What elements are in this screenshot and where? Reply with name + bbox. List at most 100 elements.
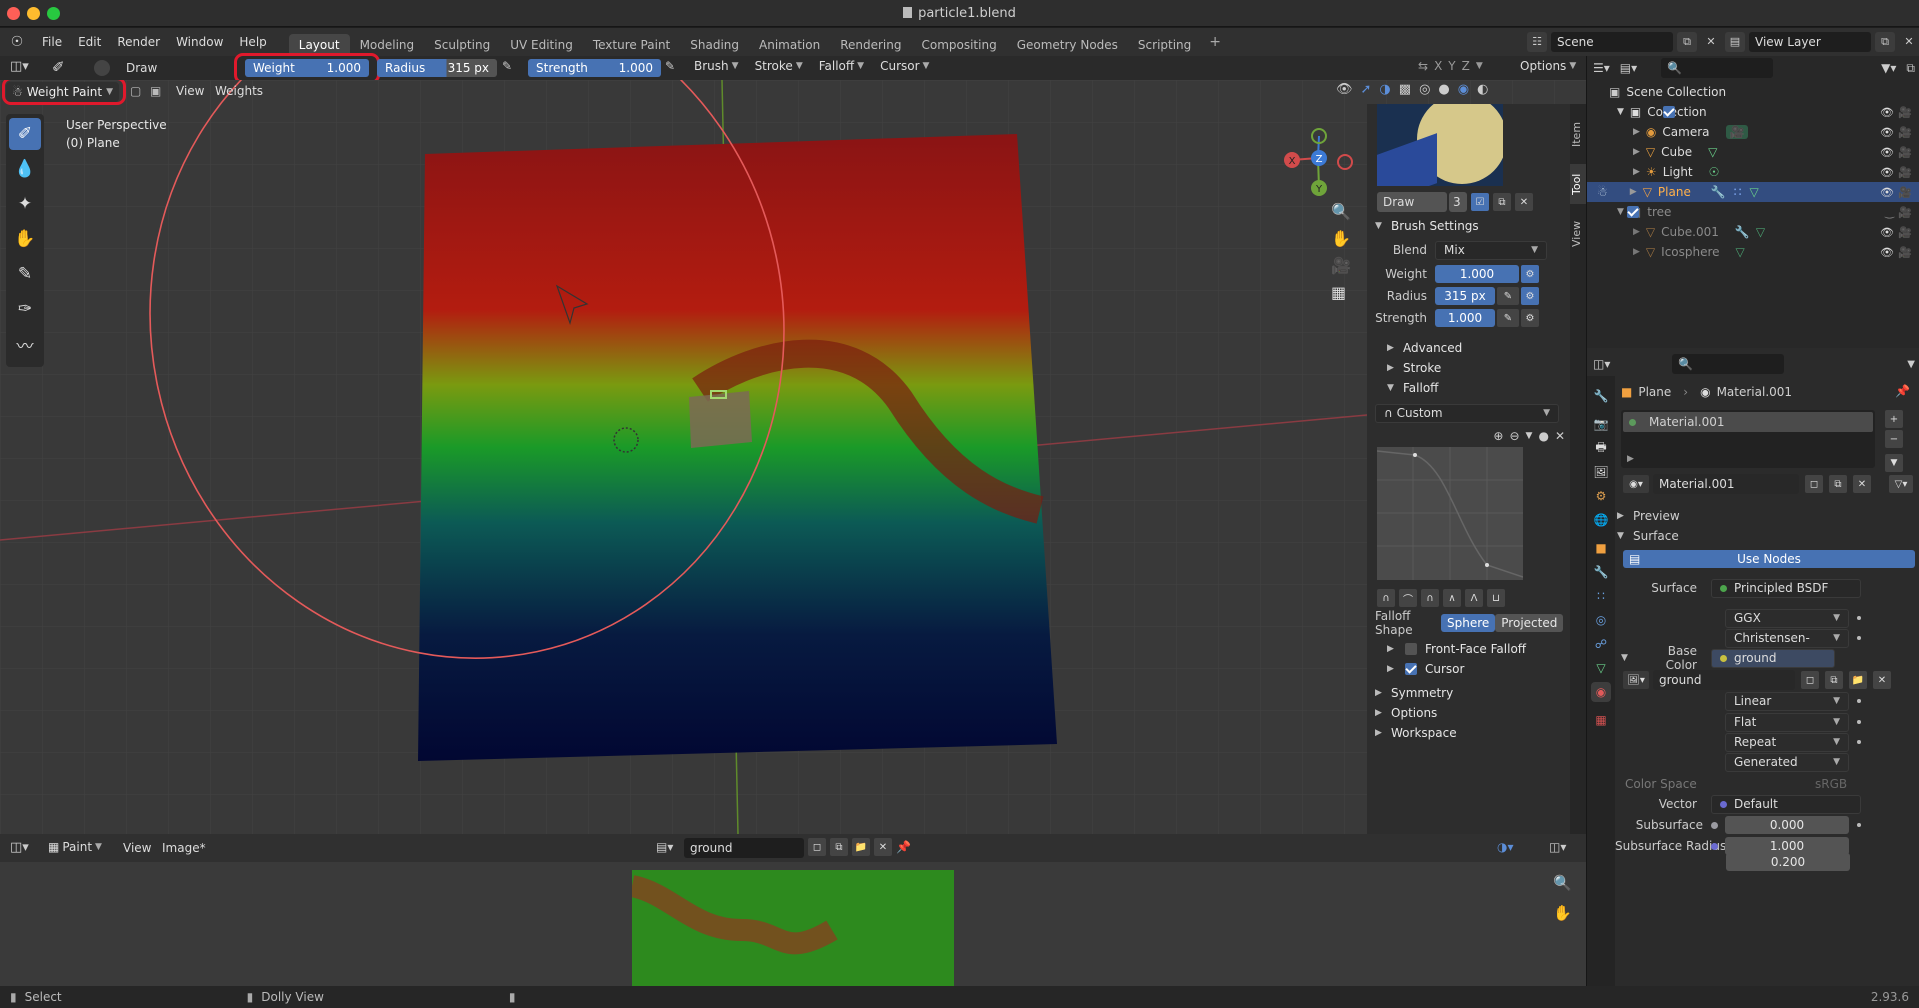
texture-tab-icon[interactable]: ▦ bbox=[1591, 710, 1611, 730]
new-image-icon[interactable]: ⧉ bbox=[1825, 671, 1843, 689]
render-shading-icon[interactable]: ◐ bbox=[1477, 82, 1488, 97]
modifier-icon[interactable]: 🔧 bbox=[1735, 225, 1750, 239]
menu-render[interactable]: Render bbox=[109, 28, 168, 56]
collapsed-triangle-icon[interactable]: ▶ bbox=[1633, 127, 1640, 137]
menu-help[interactable]: Help bbox=[231, 28, 274, 56]
smooth-falloff-icon[interactable]: ∩ bbox=[1377, 589, 1395, 607]
collapsed-triangle-icon[interactable]: ▶ bbox=[1633, 167, 1640, 177]
3d-viewport[interactable]: ☃ Weight Paint ▼ ▢ ▣ View Weights 👁 ➚ ◑ … bbox=[0, 80, 1586, 834]
options-section[interactable]: ▶ Options bbox=[1375, 703, 1565, 723]
duplicate-material-icon[interactable]: ⧉ bbox=[1829, 475, 1847, 493]
curve-point-icon[interactable]: ● bbox=[1538, 429, 1548, 443]
delete-scene-icon[interactable]: ✕ bbox=[1701, 32, 1721, 52]
material-shading-icon[interactable]: ◉ bbox=[1458, 82, 1469, 97]
brush-preview-icon[interactable] bbox=[94, 60, 110, 76]
strength-slider[interactable]: Strength 1.000 bbox=[528, 59, 661, 77]
paint-mode-menu[interactable]: ▦ Paint ▼ bbox=[40, 840, 110, 854]
editor-type-icon[interactable]: ◫▾ bbox=[10, 59, 29, 74]
camera-render-icon[interactable]: 🎥 bbox=[1898, 126, 1912, 139]
open-image-folder-icon[interactable]: 📁 bbox=[852, 838, 870, 856]
options-menu[interactable]: Options ▼ bbox=[1512, 59, 1584, 73]
image-view-menu[interactable]: View bbox=[123, 841, 151, 855]
sharp-falloff-icon[interactable]: ∧ bbox=[1443, 589, 1461, 607]
smear-tool-icon[interactable]: ✋ bbox=[9, 223, 41, 255]
scene-field[interactable]: Scene bbox=[1551, 32, 1673, 52]
duplicate-brush-icon[interactable]: ⧉ bbox=[1493, 193, 1511, 211]
keyframe-dot-icon[interactable] bbox=[1857, 720, 1861, 724]
camera-render-icon[interactable]: 🎥 bbox=[1898, 246, 1912, 259]
distribution-dropdown[interactable]: GGX ▼ bbox=[1725, 608, 1849, 628]
delete-view-layer-icon[interactable]: ✕ bbox=[1899, 32, 1919, 52]
link-type-icon[interactable]: ▽▾ bbox=[1889, 475, 1913, 493]
new-collection-icon[interactable]: ⧉ bbox=[1906, 61, 1915, 76]
light-data-icon[interactable]: ☉ bbox=[1709, 165, 1720, 179]
new-view-layer-icon[interactable]: ⧉ bbox=[1875, 32, 1895, 52]
collapsed-triangle-icon[interactable]: ▶ bbox=[1633, 147, 1640, 157]
texture-image-field[interactable]: ground bbox=[1653, 670, 1795, 690]
constraints-tab-icon[interactable]: ☍ bbox=[1591, 634, 1611, 654]
output-tab-icon[interactable]: 🖶 bbox=[1591, 438, 1611, 458]
tab-animation[interactable]: Animation bbox=[749, 34, 830, 56]
view-layer-icon[interactable]: ▤ bbox=[1725, 32, 1745, 52]
material-slot-row[interactable]: Material.001 bbox=[1623, 412, 1873, 432]
image-browse-icon[interactable]: ▤▾ bbox=[656, 840, 673, 854]
ortho-grid-icon[interactable]: ▦ bbox=[1331, 283, 1351, 302]
eye-icon[interactable]: 👁 bbox=[1880, 186, 1894, 199]
radius-pressure-icon[interactable]: ✎ bbox=[502, 59, 512, 73]
collapsed-triangle-icon[interactable]: ▶ bbox=[1627, 454, 1634, 464]
falloff-preset-dropdown[interactable]: ∩ Custom ▼ bbox=[1375, 404, 1559, 423]
unlink-image-icon[interactable]: ✕ bbox=[874, 838, 892, 856]
tab-rendering[interactable]: Rendering bbox=[830, 34, 911, 56]
tab-tool[interactable]: Tool bbox=[1570, 164, 1586, 204]
properties-search-input[interactable]: 🔍 bbox=[1672, 354, 1785, 374]
fake-user-shield-icon[interactable]: ☑ bbox=[1471, 193, 1489, 211]
pin-icon[interactable]: 📌 bbox=[896, 840, 911, 854]
surface-section[interactable]: ▼ Surface bbox=[1617, 526, 1679, 546]
fake-user-shield-icon[interactable]: ◻ bbox=[1801, 671, 1819, 689]
brush-menu[interactable]: Brush ▼ bbox=[686, 59, 747, 73]
keyframe-dot-icon[interactable] bbox=[1857, 823, 1861, 827]
particles-tab-icon[interactable]: ∷ bbox=[1591, 586, 1611, 606]
eye-icon[interactable]: 👁 bbox=[1880, 226, 1894, 239]
subsurface-radius-y-field[interactable]: 0.200 bbox=[1726, 853, 1850, 871]
image-name-field[interactable]: ground bbox=[684, 838, 804, 858]
menu-window[interactable]: Window bbox=[168, 28, 231, 56]
sample-weight-tool-icon[interactable]: ✑ bbox=[9, 293, 41, 325]
collapsed-triangle-icon[interactable]: ▶ bbox=[1630, 187, 1637, 197]
annotate-tool-icon[interactable]: 〰 bbox=[9, 328, 41, 360]
tab-geometry-nodes[interactable]: Geometry Nodes bbox=[1007, 34, 1128, 56]
add-workspace-icon[interactable]: + bbox=[1201, 28, 1229, 56]
tab-item[interactable]: Item bbox=[1570, 114, 1586, 154]
view-layer-field[interactable]: View Layer bbox=[1749, 32, 1871, 52]
subsurface-method-dropdown[interactable]: Christensen-Burley ▼ bbox=[1725, 628, 1849, 662]
outliner-item-light[interactable]: ▶ ☀ Light ☉ 👁 🎥 bbox=[1587, 162, 1919, 182]
chevron-down-icon[interactable]: ▼ bbox=[1907, 359, 1915, 370]
extension-dropdown[interactable]: Repeat ▼ bbox=[1725, 732, 1849, 752]
pan-hand-icon[interactable]: ✋ bbox=[1331, 229, 1351, 248]
tab-shading[interactable]: Shading bbox=[680, 34, 749, 56]
camera-data-icon[interactable]: 🎥 bbox=[1725, 125, 1749, 139]
keyframe-dot-icon[interactable] bbox=[1857, 616, 1861, 620]
cursor-row[interactable]: ▶ Cursor bbox=[1375, 659, 1565, 679]
render-tab-icon[interactable]: 📷 bbox=[1591, 414, 1611, 434]
outliner-item-cube001[interactable]: ▶ ▽ Cube.001 🔧 ▽ 👁 🎥 bbox=[1587, 222, 1919, 242]
brush-icon[interactable]: ✐ bbox=[52, 58, 65, 76]
view-menu[interactable]: View bbox=[176, 84, 204, 98]
eye-icon[interactable]: 👁 bbox=[1880, 126, 1894, 139]
base-color-link-field[interactable]: ground bbox=[1711, 648, 1835, 668]
zoom-in-curve-icon[interactable]: ⊕ bbox=[1493, 429, 1503, 443]
falloff-menu[interactable]: Falloff ▼ bbox=[811, 59, 872, 73]
tab-scripting[interactable]: Scripting bbox=[1128, 34, 1201, 56]
gizmo-toggle-icon[interactable]: ➚ bbox=[1361, 82, 1372, 97]
xray-icon[interactable]: ▩ bbox=[1399, 82, 1411, 97]
collapsed-triangle-icon[interactable]: ▶ bbox=[1633, 247, 1640, 257]
keyframe-dot-icon[interactable] bbox=[1857, 699, 1861, 703]
physics-tab-icon[interactable]: ◎ bbox=[1591, 610, 1611, 630]
outliner-scene-collection[interactable]: ▣ Scene Collection bbox=[1587, 82, 1919, 102]
eye-icon[interactable]: 👁 bbox=[1880, 166, 1894, 179]
new-image-icon[interactable]: ⧉ bbox=[830, 838, 848, 856]
menu-file[interactable]: File bbox=[34, 28, 70, 56]
unlink-image-icon[interactable]: ✕ bbox=[1873, 671, 1891, 689]
gradient-tool-icon[interactable]: ✎ bbox=[9, 258, 41, 290]
radius-slider[interactable]: Radius 315 px bbox=[377, 59, 497, 77]
